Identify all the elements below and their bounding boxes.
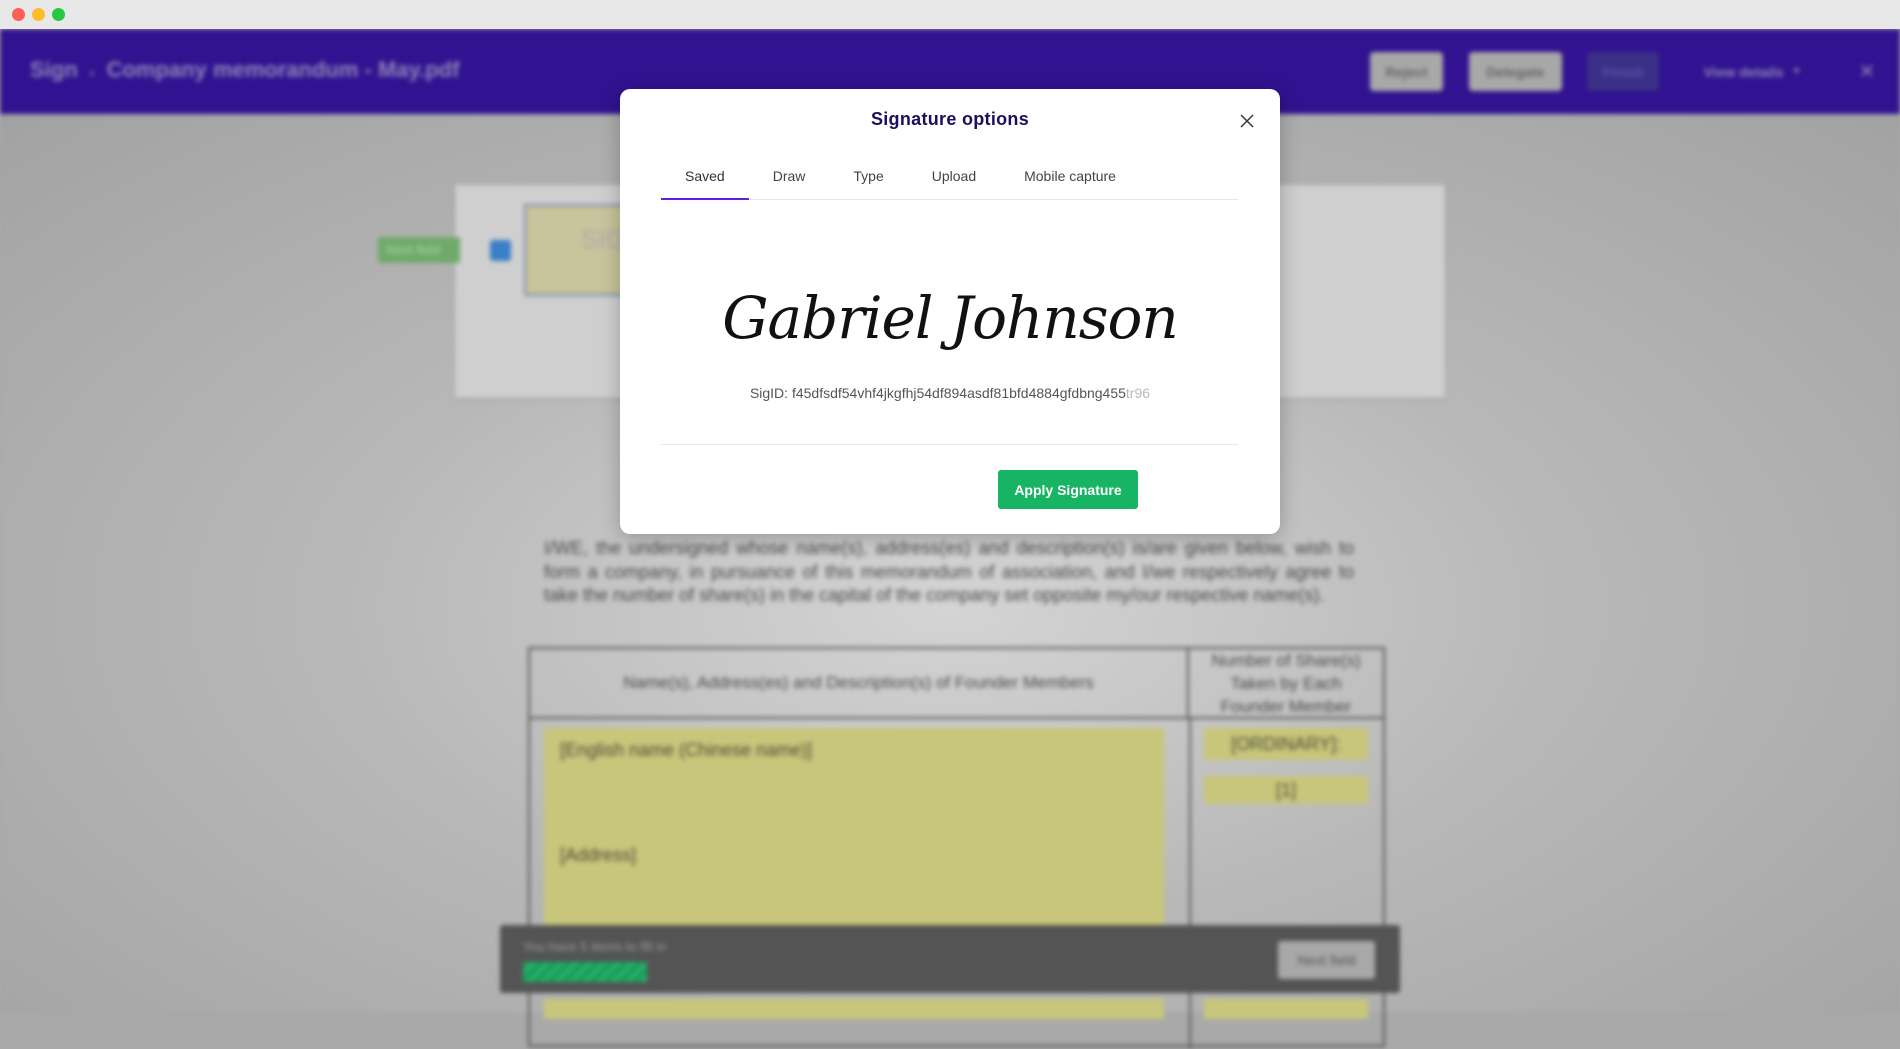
field-marker-icon bbox=[490, 240, 511, 261]
tab-draw[interactable]: Draw bbox=[749, 163, 830, 200]
tab-upload[interactable]: Upload bbox=[908, 163, 1000, 200]
items-remaining-text: You have 5 items to fill in bbox=[523, 939, 667, 954]
saved-signature[interactable]: Gabriel Johnson bbox=[620, 284, 1280, 352]
breadcrumb-separator: › bbox=[89, 64, 95, 80]
address-field-label: [Address] bbox=[560, 845, 637, 865]
signature-options-modal: Signature options Saved Draw Type Upload… bbox=[620, 89, 1280, 534]
signature-tabs: Saved Draw Type Upload Mobile capture bbox=[661, 163, 1238, 200]
breadcrumb-root[interactable]: Sign bbox=[30, 57, 78, 82]
apply-signature-button[interactable]: Apply Signature bbox=[998, 470, 1138, 509]
name-field-label: [English name (Chinese name)] bbox=[560, 740, 813, 760]
close-icon[interactable]: ✕ bbox=[1855, 52, 1879, 91]
tab-mobile-capture[interactable]: Mobile capture bbox=[1000, 163, 1140, 200]
share-class-field[interactable]: [ORDINARY]: bbox=[1204, 728, 1368, 760]
next-field-tag[interactable]: Next field bbox=[378, 237, 460, 263]
founder-name-field[interactable]: [English name (Chinese name)] [Address] bbox=[544, 728, 1164, 928]
finish-button[interactable]: Finish bbox=[1587, 52, 1659, 91]
modal-title: Signature options bbox=[870, 109, 1030, 129]
progress-track bbox=[523, 962, 647, 982]
share-class-field-2[interactable] bbox=[1204, 999, 1368, 1019]
fill-progress-bar: You have 5 items to fill in Next field bbox=[500, 925, 1400, 993]
tab-type[interactable]: Type bbox=[829, 163, 907, 200]
view-details-label: View details bbox=[1703, 63, 1784, 80]
share-count-field[interactable]: [1] bbox=[1204, 776, 1368, 804]
chevron-down-icon: ▼ bbox=[1791, 66, 1802, 77]
signature-id-faded: tr96 bbox=[1125, 385, 1151, 401]
divider bbox=[661, 444, 1238, 445]
founder-name-field-2[interactable] bbox=[544, 999, 1164, 1019]
reject-button[interactable]: Reject bbox=[1370, 52, 1443, 91]
progress-fill bbox=[523, 962, 647, 982]
window-maximize-button[interactable] bbox=[52, 8, 65, 21]
col1-header: Name(s), Address(es) and Description(s) … bbox=[530, 649, 1189, 719]
window-minimize-button[interactable] bbox=[32, 8, 45, 21]
window-close-button[interactable] bbox=[12, 8, 25, 21]
view-details-dropdown[interactable]: View details ▼ bbox=[1695, 52, 1810, 91]
breadcrumb: Sign › Company memorandum - May.pdf bbox=[30, 57, 459, 83]
window-titlebar bbox=[0, 0, 1900, 29]
memorandum-paragraph: I/WE, the undersigned whose name(s), add… bbox=[544, 538, 1354, 605]
signature-id: SigID: f45dfsdf54vhf4jkgfhj54df894asdf81… bbox=[620, 385, 1280, 401]
next-field-button[interactable]: Next field bbox=[1278, 941, 1375, 979]
document-title: Company memorandum - May.pdf bbox=[106, 57, 460, 82]
signature-id-text: SigID: f45dfsdf54vhf4jkgfhj54df894asdf81… bbox=[749, 385, 1126, 401]
col2-header: Number of Share(s) Taken by Each Founder… bbox=[1189, 649, 1383, 719]
delegate-button[interactable]: Delegate bbox=[1469, 52, 1562, 91]
tab-saved[interactable]: Saved bbox=[661, 163, 749, 200]
close-icon[interactable] bbox=[1238, 112, 1256, 130]
